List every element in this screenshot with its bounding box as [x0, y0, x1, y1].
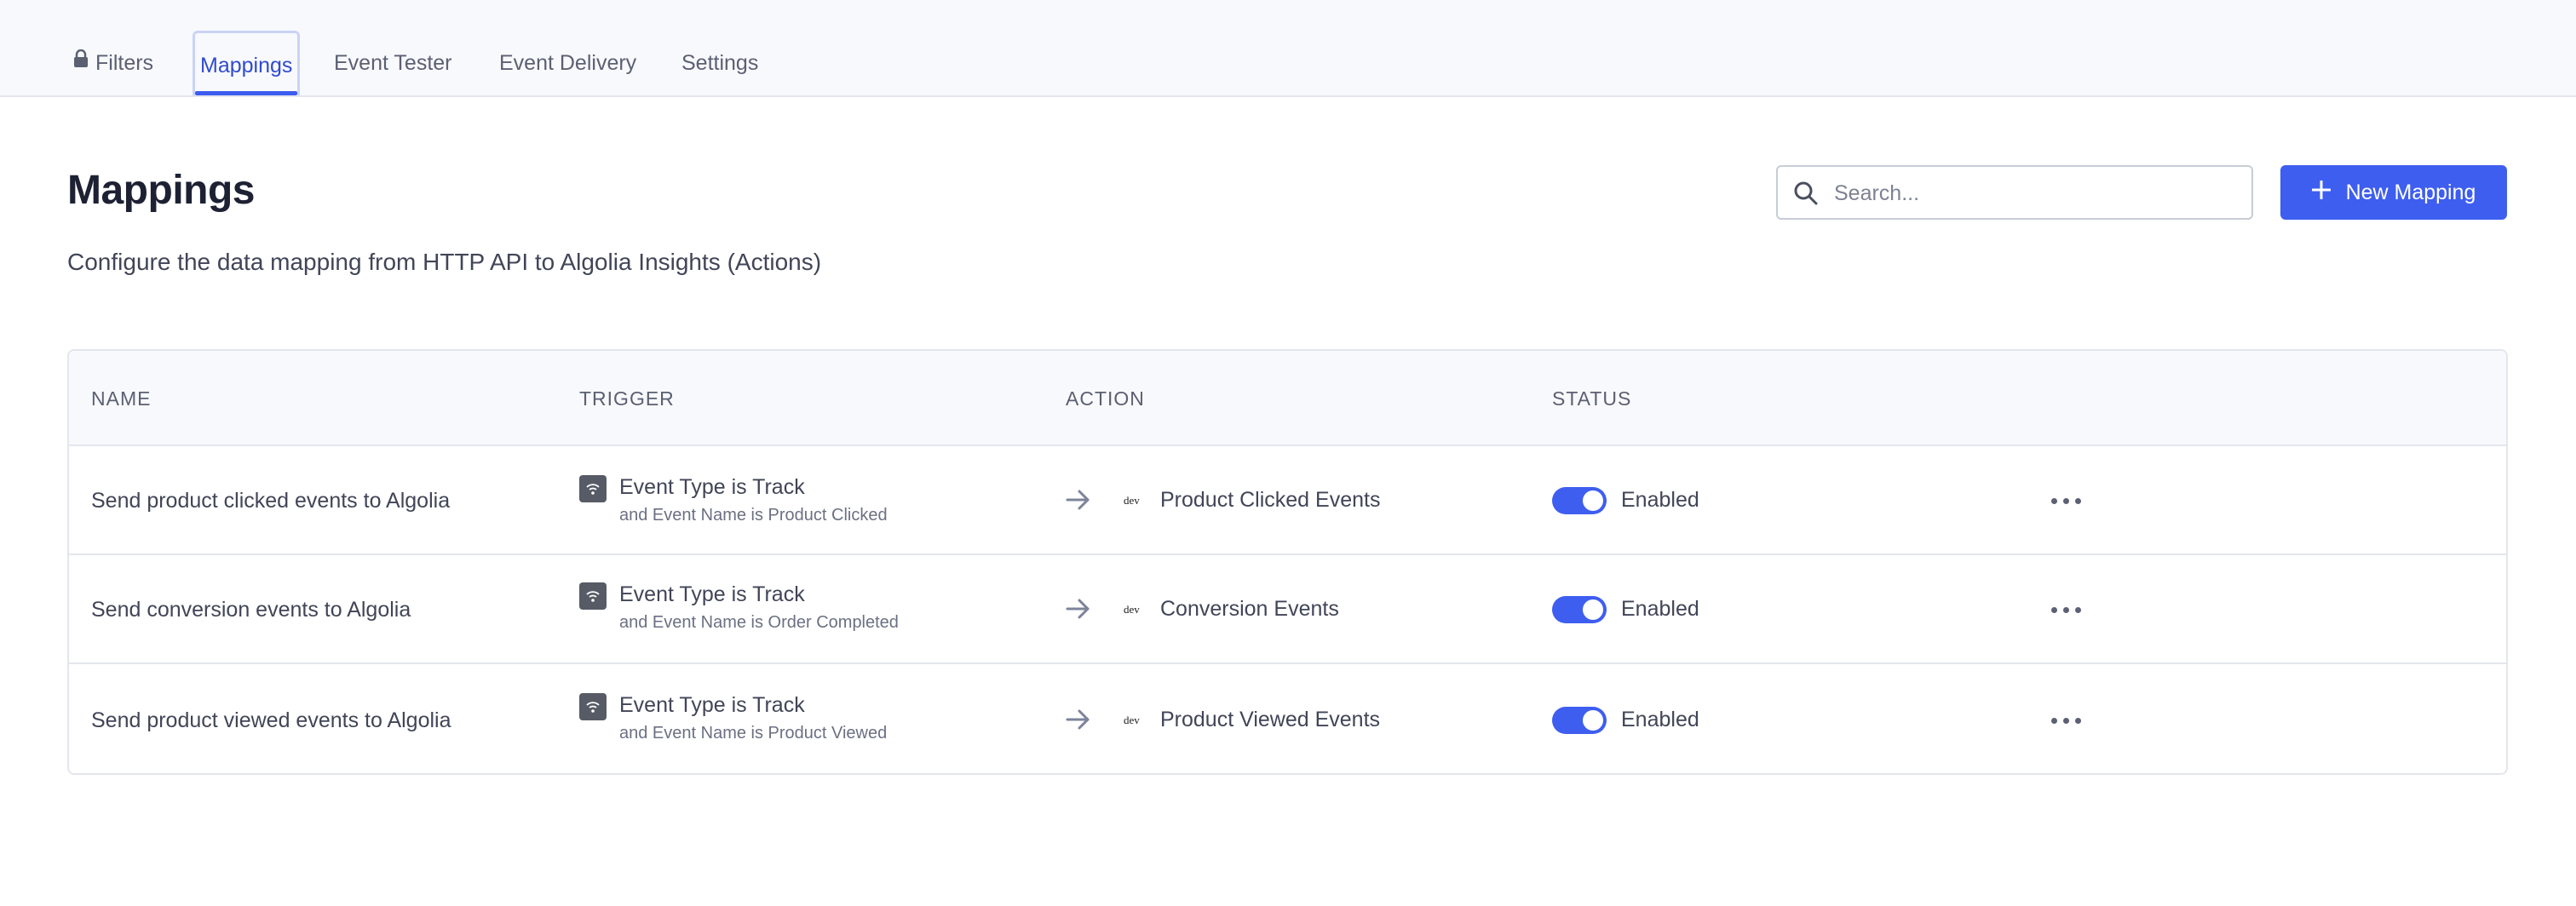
table-row[interactable]: Send product clicked events to Algolia E…	[69, 446, 2506, 555]
tab-filters[interactable]: Filters	[68, 31, 158, 95]
new-mapping-button[interactable]: New Mapping	[2280, 165, 2507, 220]
action-name: Conversion Events	[1160, 597, 1339, 621]
arrow-right-icon	[1066, 707, 1091, 737]
wifi-icon	[579, 582, 607, 610]
trigger-subcondition: and Event Name is Order Completed	[619, 613, 899, 632]
trigger-subcondition: and Event Name is Product Viewed	[619, 724, 888, 743]
table-row[interactable]: Send product viewed events to Algolia Ev…	[69, 664, 2506, 773]
wifi-icon	[579, 475, 607, 502]
tab-event-tester[interactable]: Event Tester	[329, 31, 457, 95]
tab-bar: Filters Mappings Event Tester Event Deli…	[0, 0, 2576, 97]
tab-mappings[interactable]: Mappings	[193, 31, 300, 95]
trigger-subcondition: and Event Name is Product Clicked	[619, 506, 888, 525]
search-input[interactable]	[1832, 167, 2236, 220]
enabled-toggle[interactable]	[1552, 707, 1607, 734]
mapping-name: Send product clicked events to Algolia	[91, 489, 451, 513]
tab-event-delivery-label: Event Delivery	[499, 51, 637, 75]
tab-mappings-label: Mappings	[200, 54, 293, 77]
new-mapping-label: New Mapping	[2345, 180, 2476, 204]
status-label: Enabled	[1621, 708, 1699, 731]
enabled-toggle[interactable]	[1552, 596, 1607, 623]
tab-filters-label: Filters	[95, 51, 154, 75]
page-title: Mappings	[67, 168, 256, 213]
tab-settings[interactable]: Settings	[676, 31, 763, 95]
mapping-name: Send conversion events to Algolia	[91, 598, 411, 622]
plus-icon	[2311, 180, 2332, 205]
status-label: Enabled	[1621, 488, 1699, 512]
tab-settings-label: Settings	[681, 51, 759, 75]
table-row[interactable]: Send conversion events to Algolia Event …	[69, 555, 2506, 664]
status-label: Enabled	[1621, 597, 1699, 621]
active-tab-indicator	[195, 91, 297, 95]
arrow-right-icon	[1066, 487, 1091, 517]
column-header-name: NAME	[91, 387, 152, 410]
more-options-icon[interactable]	[2050, 601, 2084, 618]
column-header-status: STATUS	[1552, 387, 1632, 410]
tab-event-delivery[interactable]: Event Delivery	[494, 31, 641, 95]
search-icon	[1793, 181, 1819, 210]
trigger-condition: Event Type is Track	[619, 693, 805, 717]
mappings-table: NAME TRIGGER ACTION STATUS Send product …	[67, 349, 2508, 775]
lock-icon	[73, 29, 89, 94]
more-options-icon[interactable]	[2050, 712, 2084, 729]
action-name: Product Clicked Events	[1160, 488, 1381, 512]
destination-logo: dev	[1124, 714, 1140, 726]
column-header-action: ACTION	[1066, 387, 1145, 410]
mapping-name: Send product viewed events to Algolia	[91, 708, 451, 732]
trigger-condition: Event Type is Track	[619, 475, 805, 499]
trigger-condition: Event Type is Track	[619, 582, 805, 606]
search-box[interactable]	[1776, 165, 2253, 220]
table-header: NAME TRIGGER ACTION STATUS	[69, 351, 2506, 446]
arrow-right-icon	[1066, 596, 1091, 626]
action-name: Product Viewed Events	[1160, 708, 1381, 731]
page-description: Configure the data mapping from HTTP API…	[67, 249, 822, 275]
tab-event-tester-label: Event Tester	[334, 51, 452, 75]
column-header-trigger: TRIGGER	[579, 387, 675, 410]
toggle-knob	[1583, 490, 1603, 511]
enabled-toggle[interactable]	[1552, 487, 1607, 514]
destination-logo: dev	[1124, 603, 1140, 616]
wifi-icon	[579, 693, 607, 720]
toggle-knob	[1583, 599, 1603, 620]
destination-logo: dev	[1124, 494, 1140, 507]
toggle-knob	[1583, 710, 1603, 731]
more-options-icon[interactable]	[2050, 492, 2084, 509]
